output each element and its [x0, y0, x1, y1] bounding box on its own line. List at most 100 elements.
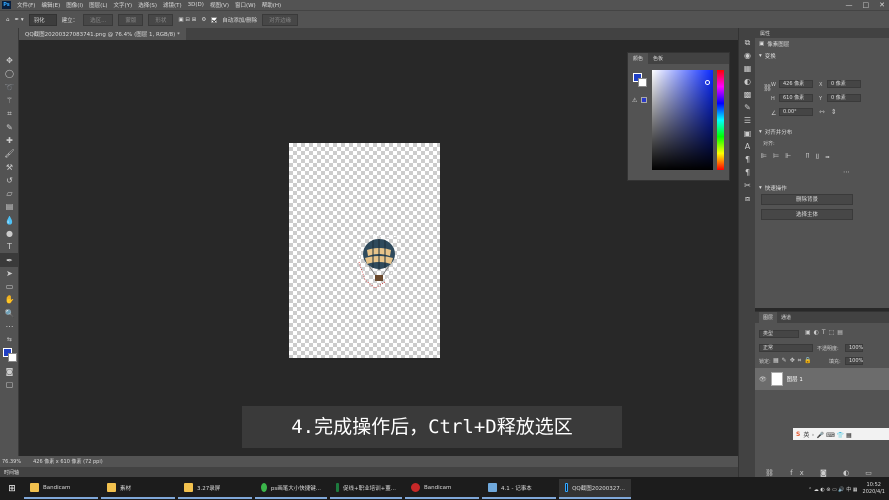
paragraph-icon[interactable]: ¶: [739, 153, 756, 166]
taskbar-item[interactable]: Bandicam: [405, 479, 479, 499]
swap-colors-icon[interactable]: ⇆: [0, 333, 19, 346]
gear-icon[interactable]: ⚙: [201, 17, 206, 23]
screen-mode-icon[interactable]: ▢: [0, 378, 19, 391]
eyedropper-icon[interactable]: ✎: [0, 120, 19, 133]
fill-field[interactable]: 100%: [845, 357, 863, 365]
maximize-button[interactable]: □: [863, 1, 870, 9]
taskbar-item[interactable]: 3.27录屏: [178, 479, 252, 499]
angle-field[interactable]: 0.00°: [779, 108, 813, 116]
dodge-tool-icon[interactable]: ●: [0, 227, 19, 240]
lock-icons[interactable]: ▦✎✥⌗🔒: [773, 357, 815, 365]
menu-file[interactable]: 文件(F): [14, 1, 38, 9]
background-color-swatch[interactable]: [638, 78, 647, 87]
taskbar-item[interactable]: 促线+职业培训+董...: [330, 479, 402, 499]
tab-layers[interactable]: 图层: [759, 312, 778, 323]
taskbar-item-active[interactable]: QQ截图20200327...: [559, 478, 631, 499]
history-brush-icon[interactable]: ↺: [0, 174, 19, 187]
marquee-tool-icon[interactable]: ◯: [0, 67, 19, 80]
align-edges-button[interactable]: 对齐边缘: [262, 13, 299, 26]
blend-mode-select[interactable]: 正常: [759, 344, 813, 352]
layer-row[interactable]: 👁 图层 1: [755, 368, 889, 390]
swatches-icon[interactable]: ▦: [739, 62, 756, 75]
brush-settings-icon[interactable]: ✎: [739, 101, 756, 114]
adjustments-icon[interactable]: ☰: [739, 114, 756, 127]
menu-select[interactable]: 选择(S): [135, 1, 160, 9]
width-field[interactable]: 426 像素: [779, 80, 813, 88]
taskbar-item[interactable]: ps画笔大小快捷键...: [255, 479, 327, 499]
menu-edit[interactable]: 编辑(E): [38, 1, 63, 9]
menu-image[interactable]: 图像(I): [63, 1, 86, 9]
lasso-tool-icon[interactable]: ➰: [0, 81, 19, 94]
layer-filter-select[interactable]: 类型: [759, 330, 799, 338]
healing-brush-icon[interactable]: ✚: [0, 134, 19, 147]
close-button[interactable]: ✕: [879, 1, 885, 9]
clock[interactable]: 10:52 2020/4/1: [863, 482, 885, 496]
hue-slider[interactable]: [717, 70, 724, 170]
make-selection-button[interactable]: 选区...: [83, 13, 114, 26]
magic-wand-icon[interactable]: ⚚: [0, 94, 19, 107]
minimize-button[interactable]: —: [846, 1, 853, 9]
menu-help[interactable]: 帮助(H): [259, 1, 284, 9]
more-tools-icon[interactable]: ⋯: [0, 320, 19, 333]
blur-tool-icon[interactable]: 💧: [0, 214, 19, 227]
eraser-icon[interactable]: ▱: [0, 187, 19, 200]
document-tab[interactable]: QQ截图20200327083741.png @ 76.4% (图层 1, RG…: [19, 28, 186, 40]
saturation-value-picker[interactable]: [652, 70, 713, 170]
timeline-panel[interactable]: 时间轴: [0, 467, 738, 477]
taskbar-item[interactable]: 素材: [101, 479, 175, 499]
gradient-icon[interactable]: ▤: [0, 200, 19, 213]
remove-background-button[interactable]: 删除背景: [761, 194, 853, 205]
patterns-icon[interactable]: ▩: [739, 88, 756, 101]
character-icon[interactable]: A: [739, 140, 756, 153]
menu-view[interactable]: 视图(V): [207, 1, 232, 9]
zoom-level[interactable]: 76.39%: [2, 459, 21, 465]
quick-mask-icon[interactable]: ◙: [0, 365, 19, 378]
make-mask-button[interactable]: 蒙版: [118, 13, 144, 26]
home-icon[interactable]: ⌂: [6, 17, 10, 23]
quick-actions-section[interactable]: ▾ 快速操作: [755, 182, 791, 194]
tab-channels[interactable]: 通道: [777, 312, 795, 323]
tab-color[interactable]: 颜色: [628, 53, 649, 64]
cube-icon[interactable]: ⧈: [739, 192, 756, 205]
path-select-icon[interactable]: ➤: [0, 267, 19, 280]
type-tool-icon[interactable]: T: [0, 240, 19, 253]
styles-icon[interactable]: ▣: [739, 127, 756, 140]
shape-tool-icon[interactable]: ▭: [0, 280, 19, 293]
path-ops-icon[interactable]: ▣ ⊟ ⊞: [178, 17, 196, 23]
crop-tool-icon[interactable]: ⌗: [0, 107, 19, 120]
web-safe-swatch[interactable]: [641, 97, 647, 103]
opacity-field[interactable]: 100%: [845, 344, 863, 352]
color-swatches[interactable]: [0, 347, 18, 365]
start-button[interactable]: ⊞: [0, 477, 24, 500]
select-subject-button[interactable]: 选择主体: [761, 209, 853, 220]
height-field[interactable]: 610 像素: [779, 94, 813, 102]
filter-icons[interactable]: ▣◐T⬚▤: [805, 329, 846, 336]
brush-tool-icon[interactable]: 🖌: [0, 147, 19, 160]
y-field[interactable]: 0 像素: [827, 94, 861, 102]
taskbar-item[interactable]: 4.1 - 记事本: [482, 479, 556, 499]
pen-mode-select[interactable]: 羽化: [28, 13, 57, 26]
link-icon[interactable]: ⛓: [763, 84, 772, 92]
pen-tool-icon-active[interactable]: ✒: [0, 253, 19, 267]
tools-icon[interactable]: ✂: [739, 179, 756, 192]
hand-tool-icon[interactable]: ✋: [0, 293, 19, 306]
zoom-tool-icon[interactable]: 🔍: [0, 307, 19, 320]
menu-type[interactable]: 文字(Y): [111, 1, 136, 9]
transform-section[interactable]: ▾ 变换: [755, 50, 889, 62]
eye-icon[interactable]: 👁: [759, 376, 767, 383]
gradients-icon[interactable]: ◐: [739, 75, 756, 88]
taskbar-item[interactable]: Bandicam: [24, 479, 98, 499]
align-section[interactable]: ▾ 对齐并分布: [755, 126, 796, 138]
make-shape-button[interactable]: 形状: [148, 13, 174, 26]
ime-icons[interactable]: 英 ◦ 🎤 ⌨ 👕 ▦: [803, 430, 851, 439]
layer-name[interactable]: 图层 1: [787, 375, 803, 383]
align-buttons-icon[interactable]: ⊫⊨⊩ ⫪⫫⫬: [761, 152, 836, 161]
tab-swatches[interactable]: 色板: [648, 53, 668, 64]
pen-tool-icon[interactable]: ✒ ▾: [15, 17, 24, 23]
x-field[interactable]: 0 像素: [827, 80, 861, 88]
glyphs-icon[interactable]: ¶: [739, 166, 756, 179]
menu-3d[interactable]: 3D(D): [185, 2, 207, 8]
more-icon[interactable]: ⋯: [843, 168, 850, 176]
menu-filter[interactable]: 滤镜(T): [160, 1, 185, 9]
move-tool-icon[interactable]: ✥: [0, 54, 19, 67]
